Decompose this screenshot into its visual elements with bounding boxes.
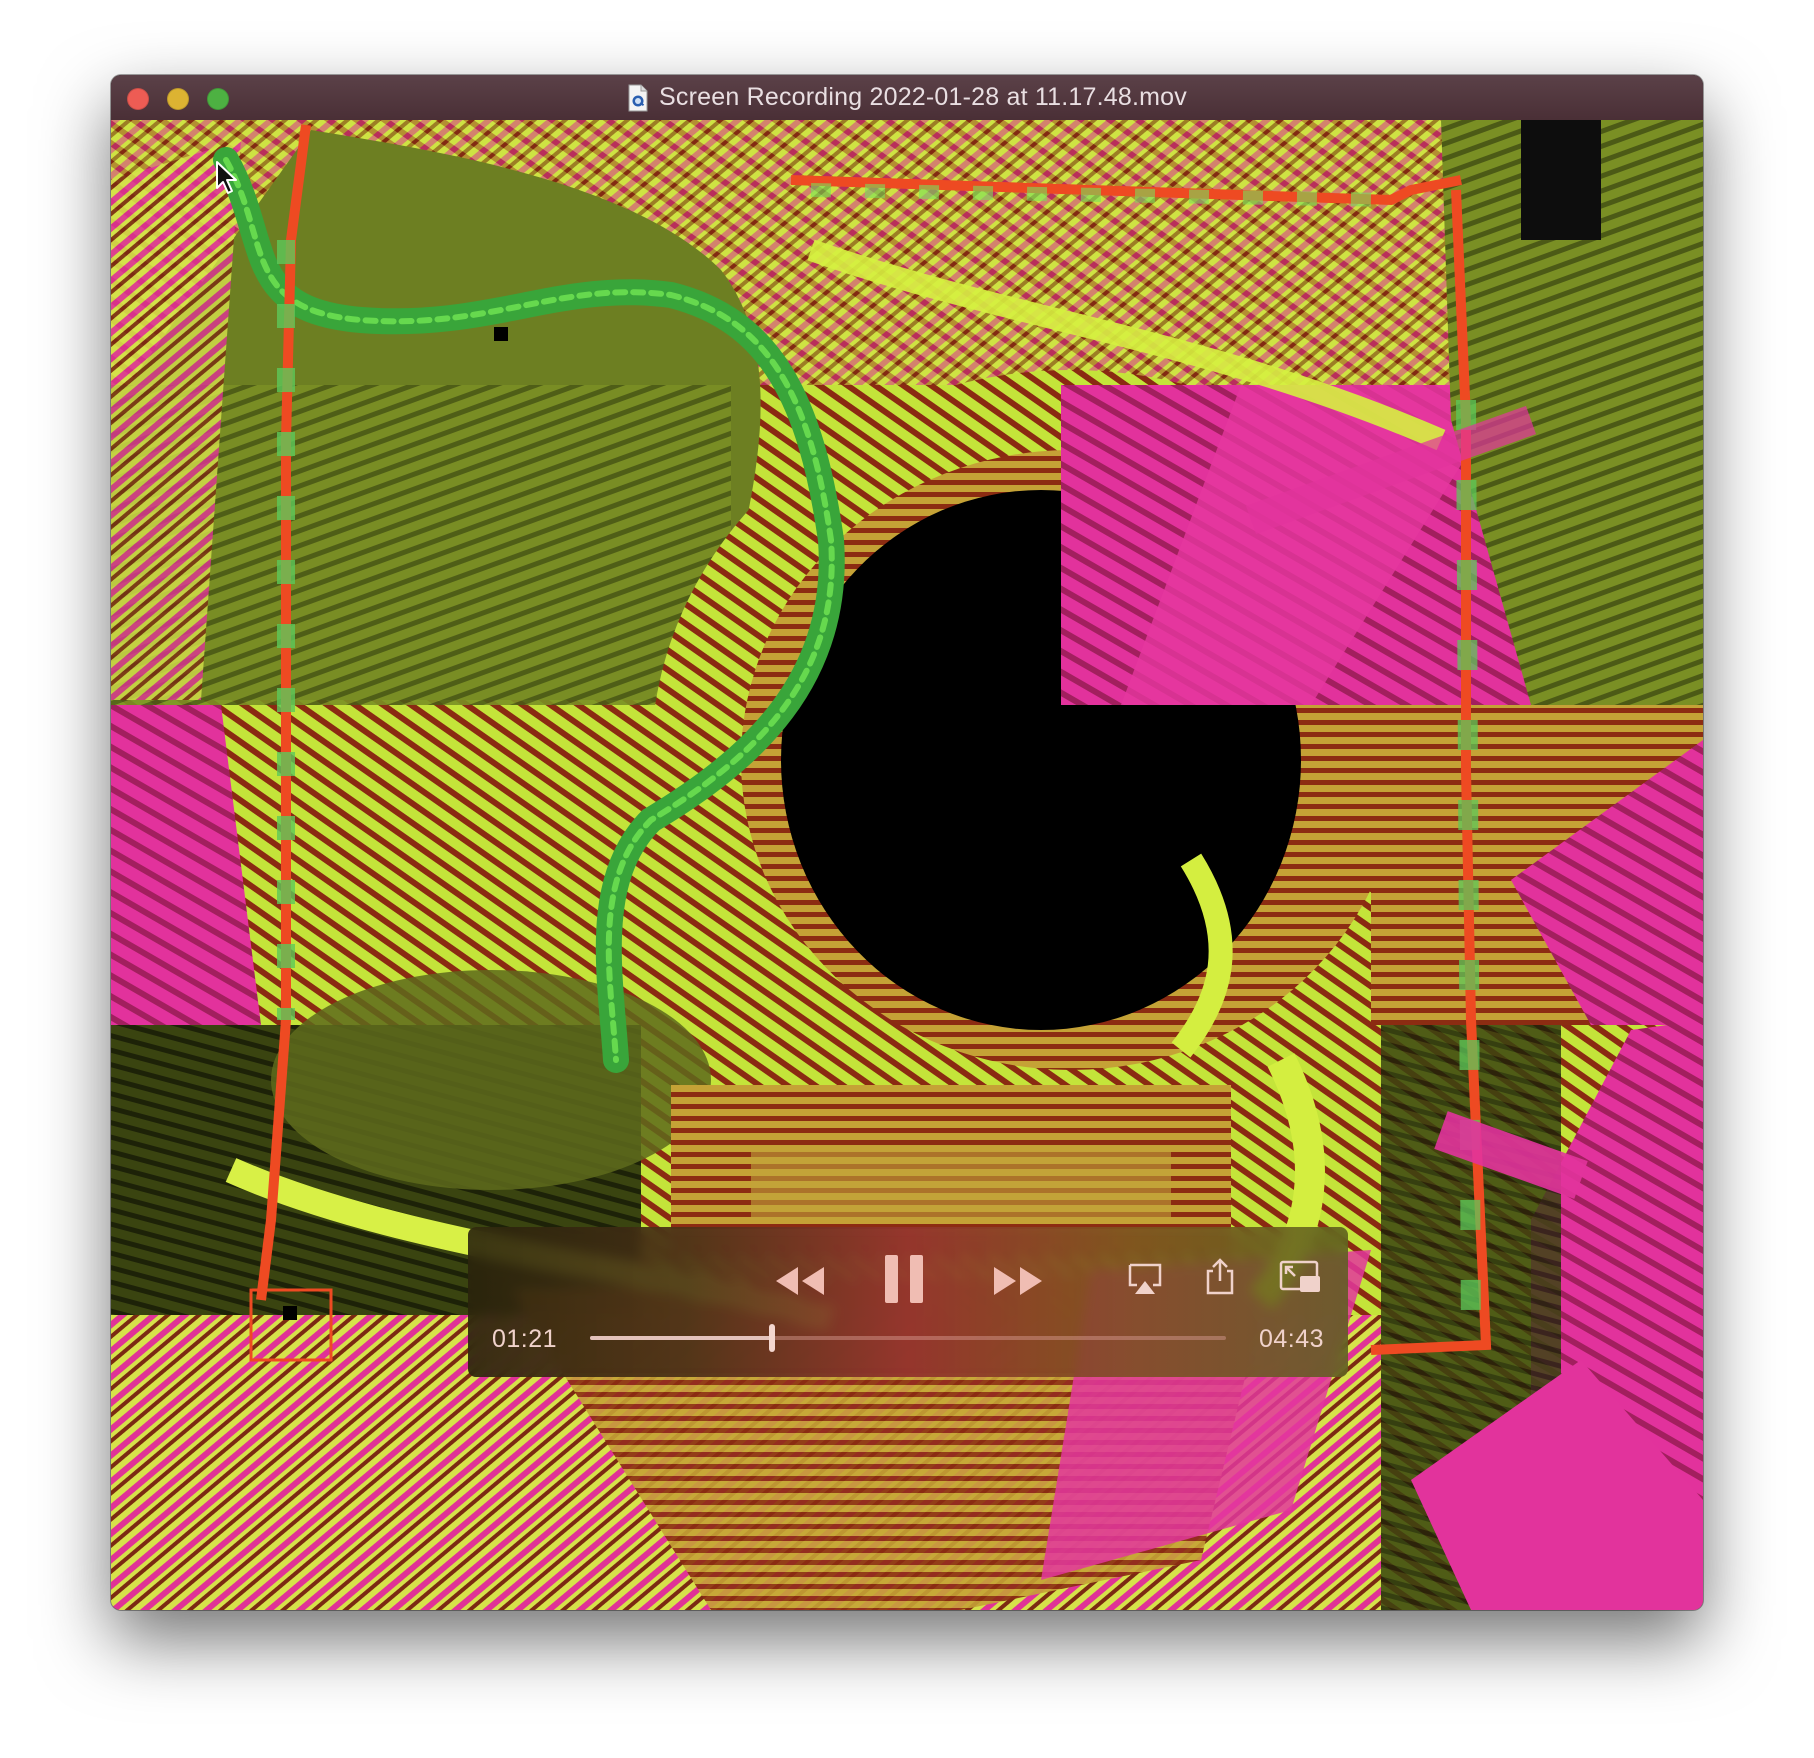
pause-icon[interactable] <box>882 1251 926 1307</box>
quicktime-document-icon[interactable] <box>627 84 649 112</box>
share-icon[interactable] <box>1204 1257 1236 1297</box>
quicktime-window: Screen Recording 2022-01-28 at 11.17.48.… <box>111 75 1703 1610</box>
picture-in-picture-icon[interactable] <box>1278 1259 1322 1295</box>
airplay-icon[interactable] <box>1126 1261 1164 1297</box>
fast-forward-icon[interactable] <box>992 1261 1044 1301</box>
playback-controls: 01:21 04:43 <box>468 1227 1348 1377</box>
duration-time: 04:43 <box>1258 1325 1324 1353</box>
scrubber-handle[interactable] <box>768 1324 775 1352</box>
window-title: Screen Recording 2022-01-28 at 11.17.48.… <box>659 83 1187 111</box>
title-bar[interactable]: Screen Recording 2022-01-28 at 11.17.48.… <box>111 75 1703 120</box>
mouse-pointer-icon <box>216 161 237 194</box>
video-frame[interactable] <box>111 120 1703 1610</box>
rewind-icon[interactable] <box>774 1261 826 1301</box>
psychedelic-video-content <box>111 120 1703 1610</box>
scrubber-progress <box>590 1336 772 1340</box>
scrubber-track[interactable] <box>590 1324 1226 1352</box>
current-time: 01:21 <box>492 1325 558 1353</box>
window-title-group: Screen Recording 2022-01-28 at 11.17.48.… <box>111 75 1703 120</box>
